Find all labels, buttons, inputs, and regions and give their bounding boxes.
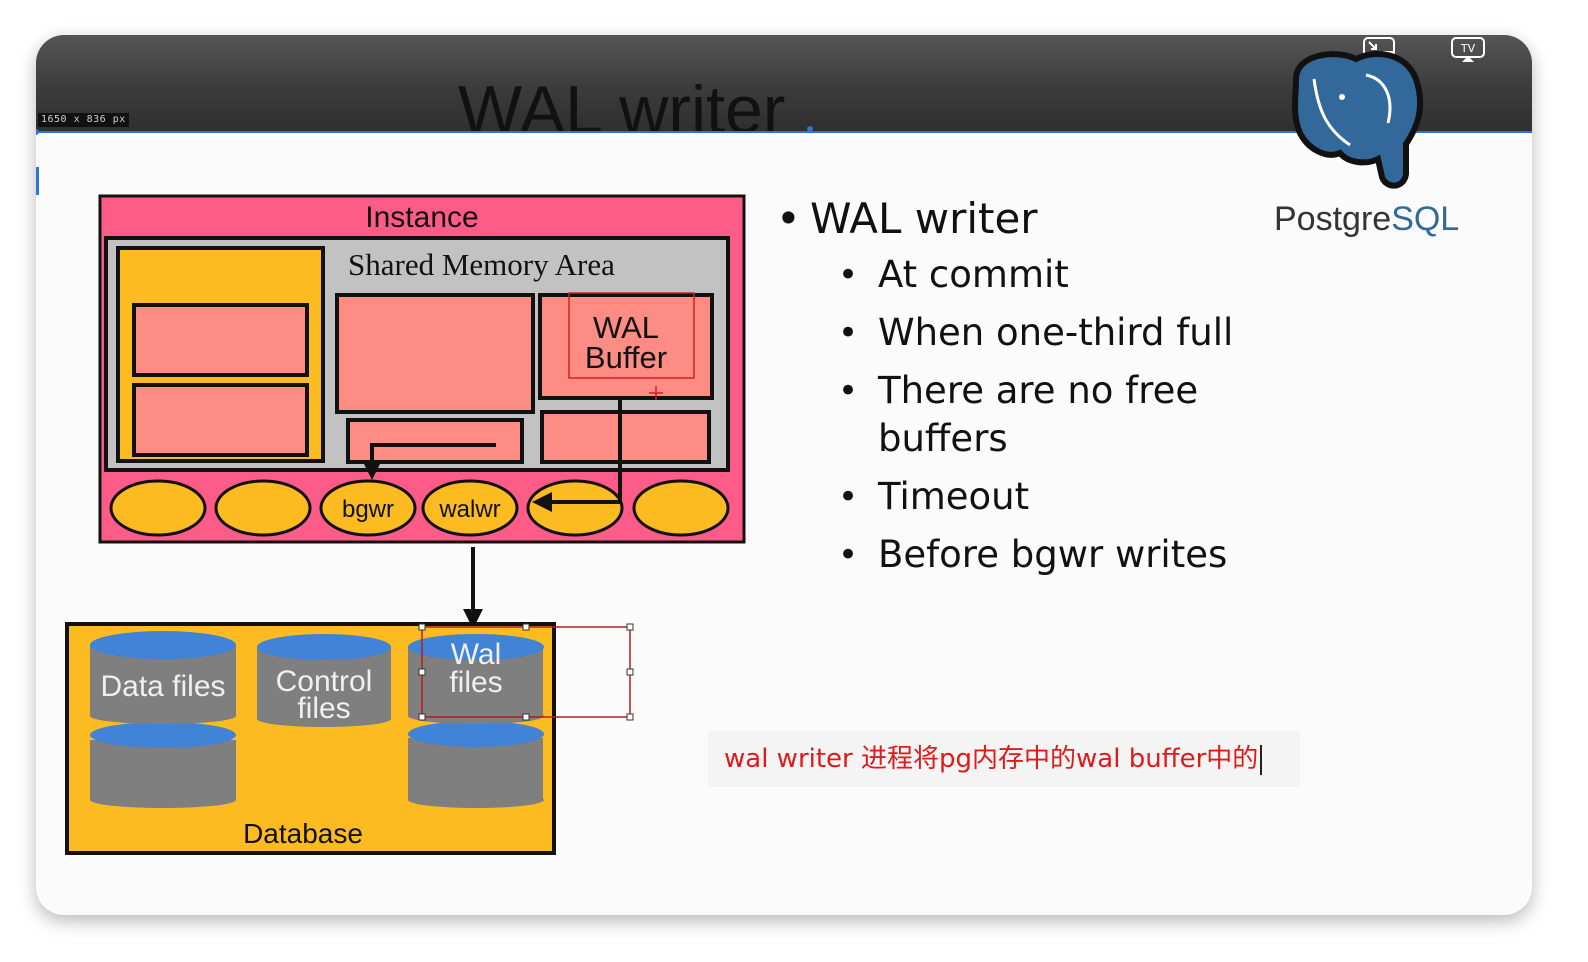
bullet-item: There are no free buffers — [838, 367, 1208, 463]
memory-block — [335, 293, 535, 414]
bullet-list: WAL writer At commit When one-third full… — [776, 193, 1336, 589]
process-ellipse — [632, 479, 730, 537]
presentation-window: WAL writer 1650 x 836 px TV PostgreSQL I… — [36, 35, 1532, 915]
bullet-sublist: At commit When one-third full There are … — [776, 251, 1336, 579]
process-ellipse — [214, 479, 312, 537]
process-ellipse — [109, 479, 207, 537]
buffer-block — [132, 303, 309, 377]
bullet-item: Before bgwr writes — [838, 531, 1336, 579]
bullet-item: At commit — [838, 251, 1336, 299]
data-files-label: Data files — [100, 670, 225, 703]
database-label: Database — [243, 818, 363, 849]
instance-label: Instance — [365, 201, 478, 234]
data-files-cylinder — [90, 631, 236, 808]
note-text: wal writer 进程将pg内存中的wal buffer中的 — [724, 744, 1259, 774]
process-label-bgwr: bgwr — [342, 496, 394, 523]
bullet-item: When one-third full — [838, 309, 1336, 357]
text-caret — [1260, 744, 1263, 775]
shared-memory-label: Shared Memory Area — [348, 247, 615, 282]
buffer-block — [132, 383, 309, 457]
process-label-walwr: walwr — [438, 496, 500, 523]
control-files-label: files — [297, 692, 350, 725]
wal-files-label: files — [449, 666, 502, 699]
memory-block — [346, 418, 524, 464]
bullet-item: Timeout — [838, 473, 1336, 521]
bullet-main: WAL writer — [776, 193, 1336, 245]
process-ellipse — [526, 479, 624, 537]
wal-buffer-label: Buffer — [585, 340, 667, 375]
note-text-box[interactable]: wal writer 进程将pg内存中的wal buffer中的 — [708, 731, 1300, 787]
memory-block — [540, 410, 711, 464]
